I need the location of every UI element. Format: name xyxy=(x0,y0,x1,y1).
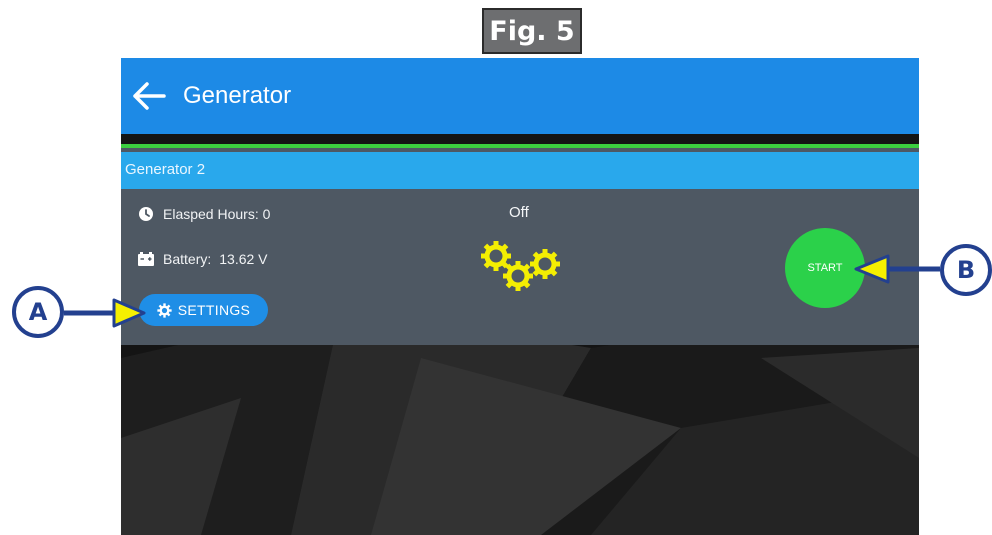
callout-a: A xyxy=(12,286,64,338)
card-accent-bar xyxy=(121,144,919,148)
app-bar: Generator xyxy=(121,58,919,134)
elapsed-hours-text: Elasped Hours: 0 xyxy=(163,206,271,222)
start-button[interactable]: START xyxy=(785,228,865,308)
figure-label: Fig. 5 xyxy=(482,8,582,54)
generator-card: Generator 2 Elasped Hours: 0 Battery: 13… xyxy=(121,144,919,345)
clock-icon xyxy=(139,207,153,221)
callout-b: B xyxy=(940,244,992,296)
elapsed-hours-row: Elasped Hours: 0 xyxy=(137,204,270,224)
battery-row: Battery: 13.62 V xyxy=(137,249,268,269)
arrow-left-icon[interactable] xyxy=(131,80,167,112)
settings-button[interactable]: SETTINGS xyxy=(139,294,268,326)
page-title: Generator xyxy=(183,82,292,109)
card-header: Generator 2 xyxy=(121,152,919,189)
gear-icon xyxy=(157,302,172,318)
generator-name: Generator 2 xyxy=(125,161,206,178)
gears-icon xyxy=(477,236,567,302)
battery-label: Battery: xyxy=(163,251,212,267)
app-screen: Generator Generator 2 Elasped Hours: 0 B… xyxy=(121,58,919,535)
battery-icon xyxy=(138,252,154,266)
generator-status: Off xyxy=(509,204,529,221)
battery-value: 13.62 V xyxy=(219,251,268,267)
settings-label: SETTINGS xyxy=(177,302,251,318)
